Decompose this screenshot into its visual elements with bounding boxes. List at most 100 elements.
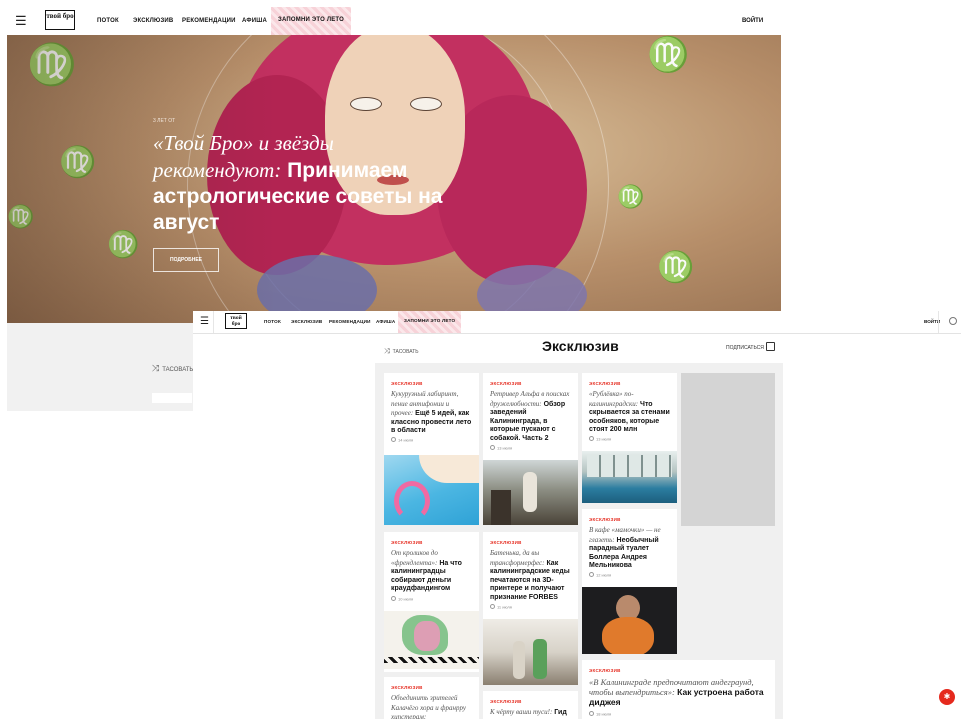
photo-person-shape: [523, 472, 537, 512]
front-site-logo[interactable]: твой бро: [225, 313, 247, 329]
front-menu-icon[interactable]: ☰: [200, 315, 209, 329]
front-nav-afisha[interactable]: АФИША: [376, 319, 395, 324]
card-image-portrait-photo: [582, 587, 677, 654]
hero-kicker: 3 ЛЕТ ОТ: [153, 118, 176, 124]
front-top-navigation: ☰ твой бро ПОТОК ЭКСКЛЮЗИВ РЕКОМЕНДАЦИИ …: [193, 311, 961, 334]
card-date: 18 июля: [589, 711, 611, 717]
article-card-wide[interactable]: ЭКСКЛЮЗИВ «В Калининграде предпочитают а…: [582, 660, 775, 719]
card-title: «Рублёвка» по-калининградски: Что скрыва…: [589, 390, 671, 435]
card-date: 13 июля: [589, 436, 611, 442]
card-title: «В Калининграде предпочитают андеграунд,…: [589, 677, 769, 707]
hero-banner[interactable]: ♍ ♍ ♍ ♍ ♍ ♍ ♍ 3 ЛЕТ ОТ «Твой Бро» и звёз…: [7, 35, 781, 323]
back-signin-link[interactable]: ВОЙТИ: [742, 18, 763, 24]
back-shuffle-button[interactable]: ⤨ ТАСОВАТЬ: [152, 363, 193, 374]
photo-windows-shape: [587, 455, 672, 477]
back-shuffle-label: ТАСОВАТЬ: [162, 367, 194, 373]
card-title-italic: «Рублёвка» по-калининградски:: [589, 390, 639, 408]
front-nav-potok[interactable]: ПОТОК: [264, 319, 281, 324]
shuffle-icon: ⤨: [152, 363, 160, 373]
card-date-text: 10 июля: [398, 596, 414, 602]
back-nav-recommendations[interactable]: РЕКОМЕНДАЦИИ: [182, 18, 236, 24]
card-title: Батенька, да вы трансформерфес: Как кали…: [490, 549, 572, 602]
back-top-navigation: ☰ твой бро ПОТОК ЭКСКЛЮЗИВ РЕКОМЕНДАЦИИ …: [7, 7, 781, 36]
back-menu-icon[interactable]: ☰: [15, 14, 27, 28]
card-tag: ЭКСКЛЮЗИВ: [490, 540, 522, 545]
card-tag: ЭКСКЛЮЗИВ: [391, 540, 423, 545]
chat-icon[interactable]: ✱: [939, 689, 955, 705]
hero-zodiac-glyph: ♍: [647, 35, 690, 75]
card-title: От кроликов до «френдлента»: На что кали…: [391, 549, 473, 594]
photo-person-shape: [513, 641, 525, 679]
back-nav-afisha[interactable]: АФИША: [242, 18, 267, 24]
article-card[interactable]: ЭКСКЛЮЗИВ Батенька, да вы трансформерфес…: [483, 532, 578, 685]
photo-person-shape: [533, 639, 547, 679]
card-date-text: 14 июля: [398, 437, 414, 443]
card-title: К чёрту ваши туси!: Гид: [490, 708, 572, 718]
card-tag: ЭКСКЛЮЗИВ: [490, 699, 522, 704]
card-image-crowdfunding-illustration: [384, 611, 479, 669]
card-date: 14 июля: [391, 437, 413, 443]
subscribe-link[interactable]: ПОДПИСАТЬСЯ: [726, 345, 764, 351]
hand-shape: [414, 621, 440, 651]
hero-zodiac-glyph: ♍: [657, 250, 695, 285]
card-title-italic: Батенька, да вы трансформерфес:: [490, 549, 545, 567]
photo-ball-shape: [602, 617, 654, 654]
article-card[interactable]: ЭКСКЛЮЗИВ Объединить зрителей Калачёго х…: [384, 677, 479, 719]
article-card[interactable]: ЭКСКЛЮЗИВ В кафе «мамочки» — не глазеть:…: [582, 509, 677, 654]
search-icon[interactable]: [949, 317, 957, 325]
card-tag: ЭКСКЛЮЗИВ: [391, 381, 423, 386]
card-tag: ЭКСКЛЮЗИВ: [589, 517, 621, 522]
card-title-bold: Гид: [554, 709, 567, 716]
card-image-pool-illustration: [384, 455, 479, 525]
card-title: Кукурузный лабиринт, пение антифонии и п…: [391, 390, 473, 436]
front-nav-recommendations[interactable]: РЕКОМЕНДАЦИИ: [329, 319, 371, 324]
front-shuffle-button[interactable]: ⤨ ТАСОВАТЬ: [384, 348, 419, 356]
pool-deck: [419, 455, 479, 483]
hero-title[interactable]: «Твой Бро» и звёзды рекомендуют: Принима…: [153, 130, 453, 236]
back-nav-exclusive[interactable]: ЭКСКЛЮЗИВ: [133, 18, 173, 24]
card-date: 12 июля: [589, 572, 611, 578]
card-title: В кафе «мамочки» — не глазеть: Необычный…: [589, 526, 671, 571]
back-card-stub: [152, 393, 192, 403]
article-card[interactable]: ЭКСКЛЮЗИВ К чёрту ваши туси!: Гид: [483, 691, 578, 719]
card-date-text: 13 июля: [596, 436, 612, 442]
card-date-text: 18 июля: [596, 711, 612, 717]
front-nav-summer[interactable]: ЗАПОМНИ ЭТО ЛЕТО: [398, 311, 462, 333]
card-date-text: 11 июля: [497, 604, 512, 610]
article-card[interactable]: ЭКСКЛЮЗИВ Ретривер Альфа в поисках друже…: [483, 373, 578, 525]
card-title-italic: От кроликов до «френдлента»:: [391, 549, 438, 567]
rss-icon[interactable]: [766, 342, 775, 351]
hero-zodiac-glyph: ♍: [617, 185, 645, 210]
card-tag: ЭКСКЛЮЗИВ: [589, 668, 621, 673]
card-title: Объединить зрителей Калачёго хора и фран…: [391, 694, 473, 719]
article-card[interactable]: ЭКСКЛЮЗИВ От кроликов до «френдлента»: Н…: [384, 532, 479, 672]
hero-more-button[interactable]: ПОДРОБНЕЕ: [153, 248, 219, 272]
article-card[interactable]: ЭКСКЛЮЗИВ «Рублёвка» по-калининградски: …: [582, 373, 677, 503]
back-nav-summer[interactable]: ЗАПОМНИ ЭТО ЛЕТО: [271, 7, 352, 35]
zigzag-shape: [384, 657, 479, 663]
front-shuffle-label: ТАСОВАТЬ: [392, 349, 419, 355]
nav-divider: [938, 311, 939, 333]
card-date: 11 июля: [490, 604, 512, 610]
card-tag: ЭКСКЛЮЗИВ: [391, 685, 423, 690]
flamingo-shape: [394, 481, 430, 521]
card-date: 10 июля: [391, 596, 413, 602]
card-title: Ретривер Альфа в поисках дружелюбности: …: [490, 390, 572, 443]
nav-divider: [213, 311, 214, 333]
card-title-italic: Объединить зрителей Калачёго хора и фран…: [391, 694, 467, 719]
card-tag: ЭКСКЛЮЗИВ: [589, 381, 621, 386]
card-date-text: 12 июля: [596, 572, 612, 578]
hero-illustration-eye: [350, 97, 382, 111]
ad-placeholder[interactable]: [681, 373, 775, 526]
back-site-logo[interactable]: твой бро: [45, 10, 75, 30]
back-nav-potok[interactable]: ПОТОК: [97, 18, 119, 24]
front-nav-exclusive[interactable]: ЭКСКЛЮЗИВ: [291, 319, 322, 324]
photo-chair-shape: [491, 490, 511, 525]
card-image-workshop-photo: [483, 619, 578, 685]
card-date: 13 июля: [490, 445, 512, 451]
card-image-indoor-pool: [582, 451, 677, 503]
foreground-browser-window: ☰ твой бро ПОТОК ЭКСКЛЮЗИВ РЕКОМЕНДАЦИИ …: [193, 311, 961, 719]
card-image-restaurant-photo: [483, 460, 578, 525]
article-card[interactable]: ЭКСКЛЮЗИВ Кукурузный лабиринт, пение ант…: [384, 373, 479, 525]
card-title-italic: К чёрту ваши туси!:: [490, 708, 553, 716]
